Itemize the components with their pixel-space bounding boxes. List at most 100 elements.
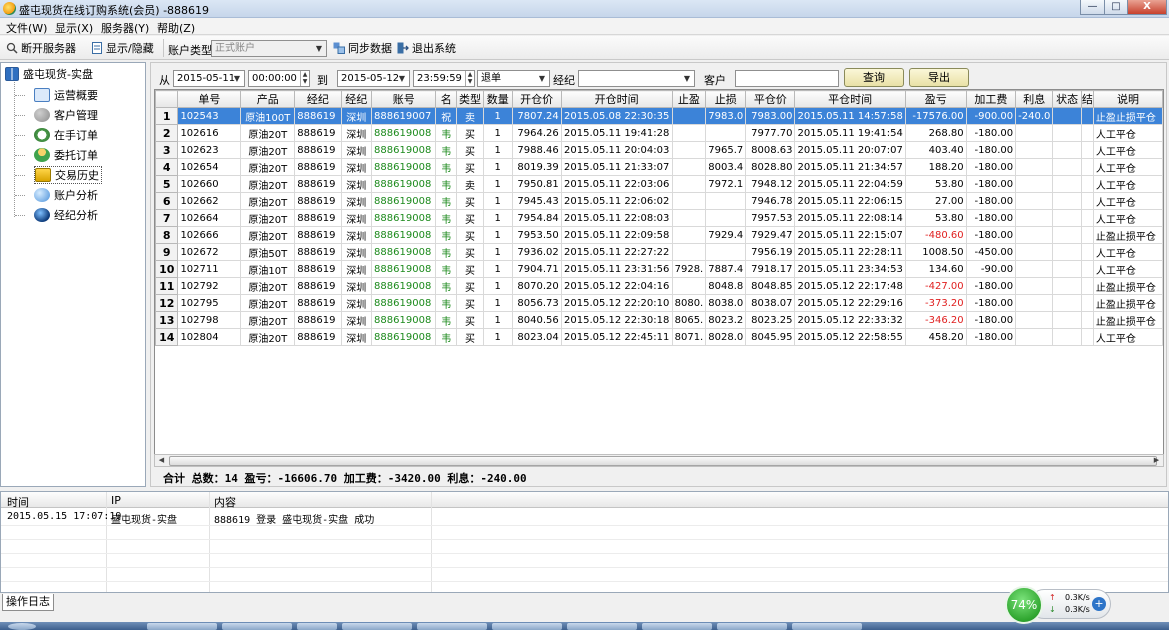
account-type-select[interactable]: 正式账户 ▼: [211, 40, 327, 57]
table-cell[interactable]: [1080, 243, 1094, 261]
table-cell[interactable]: 2015.05.11 22:06:02: [560, 192, 673, 210]
table-cell[interactable]: 888619: [294, 226, 342, 244]
table-cell[interactable]: [671, 124, 707, 142]
table-cell[interactable]: 止盈止损平仓: [1092, 107, 1163, 125]
table-cell[interactable]: 卖: [456, 107, 484, 125]
table-cell[interactable]: 102664: [177, 209, 242, 227]
table-cell[interactable]: [1052, 209, 1082, 227]
table-cell[interactable]: 2015.05.12 22:30:18: [560, 311, 673, 329]
menu-file[interactable]: 文件(W): [6, 20, 47, 36]
table-cell[interactable]: [1080, 294, 1094, 312]
table-cell[interactable]: 7988.46: [511, 141, 562, 159]
table-cell[interactable]: 2015.05.11 22:15:07: [794, 226, 906, 244]
row-index[interactable]: 3: [155, 141, 179, 159]
table-row[interactable]: 10 102711 原油10T 888619 深圳 888619008 韦买 1 7904.71…: [155, 260, 1163, 278]
table-cell[interactable]: -373.20: [904, 294, 967, 312]
table-cell[interactable]: [1052, 260, 1082, 278]
table-cell[interactable]: [1052, 243, 1082, 261]
table-cell[interactable]: 888619008: [371, 124, 437, 142]
table-cell[interactable]: 102792: [177, 277, 242, 295]
spinner-icon[interactable]: ▲ ▼: [300, 71, 309, 86]
start-button[interactable]: [8, 623, 36, 630]
table-cell[interactable]: 7983.0: [705, 107, 747, 125]
table-cell[interactable]: 深圳: [340, 260, 373, 278]
table-cell[interactable]: -900.00: [965, 107, 1017, 125]
table-cell[interactable]: 7957.53: [745, 209, 796, 227]
table-row[interactable]: 7 102664 原油20T 888619 深圳 888619008 韦买 1 7954.84 2…: [155, 209, 1163, 227]
table-cell[interactable]: [1080, 141, 1094, 159]
table-cell[interactable]: 2015.05.11 23:31:56: [560, 260, 673, 278]
table-cell[interactable]: [1080, 277, 1094, 295]
table-cell[interactable]: 7965.7: [705, 141, 747, 159]
table-row[interactable]: 6 102662 原油20T 888619 深圳 888619008 韦买 1 7945.43 2…: [155, 192, 1163, 210]
table-cell[interactable]: [671, 243, 707, 261]
table-cell[interactable]: 原油20T: [240, 277, 296, 295]
table-cell[interactable]: 原油20T: [240, 141, 296, 159]
table-cell[interactable]: 韦: [435, 141, 458, 159]
table-cell[interactable]: 2015.05.11 22:28:11: [794, 243, 906, 261]
table-cell[interactable]: 102672: [177, 243, 242, 261]
table-cell[interactable]: 原油20T: [240, 328, 296, 346]
table-cell[interactable]: 买: [456, 294, 484, 312]
table-cell[interactable]: 102623: [177, 141, 242, 159]
table-cell[interactable]: 7887.4: [705, 260, 747, 278]
row-index[interactable]: 7: [155, 209, 179, 227]
maximize-button[interactable]: □: [1104, 0, 1128, 15]
table-cell[interactable]: 2015.05.11 21:33:07: [560, 158, 673, 176]
table-cell[interactable]: 人工平仓: [1092, 175, 1163, 193]
table-cell[interactable]: [1052, 175, 1082, 193]
table-cell[interactable]: -90.00: [965, 260, 1017, 278]
table-cell[interactable]: 深圳: [340, 107, 373, 125]
table-cell[interactable]: [1052, 328, 1082, 346]
table-cell[interactable]: [1015, 141, 1054, 159]
scroll-right-icon[interactable]: ▶: [1150, 455, 1163, 466]
table-row[interactable]: 3 102623 原油20T 888619 深圳 888619008 韦买 1 7988.46 2…: [155, 141, 1163, 159]
table-cell[interactable]: 8065.: [671, 311, 707, 329]
table-cell[interactable]: 888619008: [371, 243, 437, 261]
table-cell[interactable]: 人工平仓: [1092, 243, 1163, 261]
table-cell[interactable]: 1008.50: [904, 243, 967, 261]
table-cell[interactable]: 深圳: [340, 243, 373, 261]
table-cell[interactable]: 53.80: [904, 209, 967, 227]
table-cell[interactable]: 7948.12: [745, 175, 796, 193]
table-cell[interactable]: -180.00: [965, 124, 1017, 142]
table-cell[interactable]: 1: [482, 192, 513, 210]
table-cell[interactable]: [705, 243, 747, 261]
table-cell[interactable]: 买: [456, 226, 484, 244]
table-cell[interactable]: -180.00: [965, 277, 1017, 295]
table-cell[interactable]: [1080, 311, 1094, 329]
table-cell[interactable]: 888619008: [371, 311, 437, 329]
table-cell[interactable]: 102543: [177, 107, 242, 125]
table-cell[interactable]: -180.00: [965, 209, 1017, 227]
table-cell[interactable]: 888619008: [371, 158, 437, 176]
row-index[interactable]: 4: [155, 158, 179, 176]
table-cell[interactable]: 深圳: [340, 124, 373, 142]
table-cell[interactable]: -180.00: [965, 175, 1017, 193]
table-cell[interactable]: 888619: [294, 192, 342, 210]
table-cell[interactable]: 人工平仓: [1092, 158, 1163, 176]
table-cell[interactable]: [705, 209, 747, 227]
table-cell[interactable]: 2015.05.11 19:41:28: [560, 124, 673, 142]
table-cell[interactable]: 888619008: [371, 141, 437, 159]
table-cell[interactable]: 7972.1: [705, 175, 747, 193]
table-row[interactable]: 8 102666 原油20T 888619 深圳 888619008 韦买 1 7953.50 2…: [155, 226, 1163, 244]
table-cell[interactable]: [1080, 192, 1094, 210]
taskbar-item[interactable]: [417, 623, 487, 630]
col-quantity[interactable]: 数量: [482, 90, 513, 108]
table-cell[interactable]: [671, 209, 707, 227]
memory-percent-badge[interactable]: 74%: [1005, 586, 1043, 624]
toggle-visibility-button[interactable]: 显示/隐藏: [91, 40, 154, 56]
table-cell[interactable]: 7977.70: [745, 124, 796, 142]
table-cell[interactable]: 7953.50: [511, 226, 562, 244]
table-cell[interactable]: 102711: [177, 260, 242, 278]
table-cell[interactable]: 韦: [435, 192, 458, 210]
table-cell[interactable]: [1080, 209, 1094, 227]
table-cell[interactable]: 102616: [177, 124, 242, 142]
table-cell[interactable]: 888619008: [371, 260, 437, 278]
table-cell[interactable]: 1: [482, 311, 513, 329]
table-cell[interactable]: 888619: [294, 328, 342, 346]
table-cell[interactable]: 2015.05.12 22:33:32: [794, 311, 906, 329]
table-cell[interactable]: 原油20T: [240, 158, 296, 176]
minimize-button[interactable]: —: [1080, 0, 1105, 15]
row-index[interactable]: 2: [155, 124, 179, 142]
